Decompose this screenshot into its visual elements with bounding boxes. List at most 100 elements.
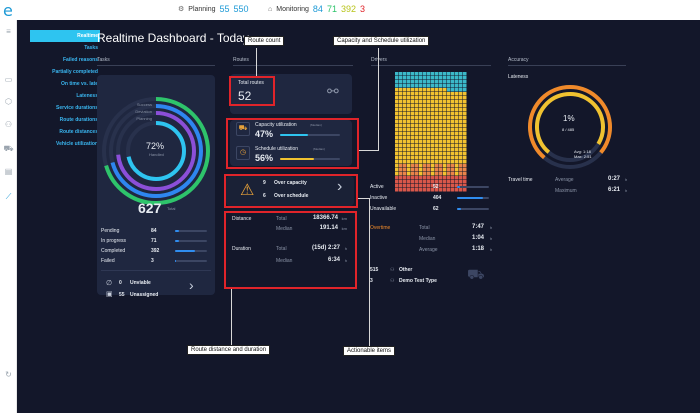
chevron-right-icon[interactable]: › bbox=[189, 277, 194, 293]
menu-item-vehicle-utilization[interactable]: Vehicle utilization bbox=[30, 138, 100, 150]
heatmap-cell bbox=[399, 116, 403, 120]
heatmap-cell bbox=[435, 180, 439, 184]
heatmap-cell bbox=[431, 128, 435, 132]
heatmap-cell bbox=[403, 160, 407, 164]
task-status-label: Pending bbox=[101, 228, 120, 234]
chart-icon[interactable]: ⟋ bbox=[3, 192, 14, 201]
heatmap-cell bbox=[431, 100, 435, 104]
map-icon[interactable]: ▭ bbox=[3, 75, 14, 84]
driver-type-label: Demo Test Type bbox=[399, 278, 437, 284]
heatmap-cell bbox=[431, 124, 435, 128]
heatmap-cell bbox=[455, 172, 459, 176]
heatmap-cell bbox=[431, 76, 435, 80]
heatmap-cell bbox=[455, 148, 459, 152]
heatmap-cell bbox=[443, 140, 447, 144]
heatmap-cell bbox=[399, 84, 403, 88]
menu-icon[interactable]: ≡ bbox=[3, 27, 14, 36]
report-menu: Realtime Tasks Failed reasons Partially com… bbox=[30, 30, 100, 150]
driver-type-count: 3 bbox=[370, 278, 373, 284]
heatmap-cell bbox=[395, 136, 399, 140]
users-icon[interactable]: ⚇ bbox=[3, 120, 14, 129]
truck-icon[interactable]: ⛟ bbox=[3, 144, 14, 153]
heatmap-cell bbox=[431, 80, 435, 84]
menu-item-service-durations[interactable]: Service durations bbox=[30, 102, 100, 114]
tasks-heading: Tasks bbox=[97, 57, 110, 63]
heatmap-cell bbox=[419, 96, 423, 100]
heatmap-cell bbox=[415, 108, 419, 112]
task-status-bar-fill bbox=[175, 250, 196, 252]
heatmap-cell bbox=[423, 80, 427, 84]
heatmap-cell bbox=[411, 152, 415, 156]
heatmap-cell bbox=[403, 136, 407, 140]
menu-item-route-distances[interactable]: Route distances bbox=[30, 126, 100, 138]
heatmap-cell bbox=[463, 160, 467, 164]
heatmap-cell bbox=[439, 188, 443, 192]
heatmap-cell bbox=[439, 136, 443, 140]
heatmap-cell bbox=[403, 120, 407, 124]
heatmap-cell bbox=[411, 88, 415, 92]
heatmap-cell bbox=[443, 128, 447, 132]
heatmap-cell bbox=[439, 168, 443, 172]
heatmap-cell bbox=[439, 164, 443, 168]
menu-item-partially-completed[interactable]: Partially completed bbox=[30, 66, 100, 78]
heatmap-cell bbox=[435, 148, 439, 152]
refresh-icon[interactable]: ↻ bbox=[3, 370, 14, 379]
heatmap-cell bbox=[455, 120, 459, 124]
task-status-bar bbox=[175, 260, 207, 262]
heatmap-cell bbox=[439, 92, 443, 96]
heatmap-cell bbox=[415, 72, 419, 76]
heatmap-cell bbox=[431, 116, 435, 120]
heatmap-cell bbox=[403, 132, 407, 136]
heatmap-cell bbox=[451, 88, 455, 92]
heatmap-cell bbox=[439, 72, 443, 76]
heatmap-cell bbox=[431, 148, 435, 152]
menu-item-realtime[interactable]: Realtime bbox=[30, 30, 100, 42]
heatmap-cell bbox=[443, 164, 447, 168]
heatmap-cell bbox=[403, 124, 407, 128]
heatmap-cell bbox=[431, 152, 435, 156]
heatmap-cell bbox=[463, 140, 467, 144]
heatmap-cell bbox=[411, 180, 415, 184]
heatmap-cell bbox=[427, 76, 431, 80]
app-logo[interactable]: e bbox=[3, 1, 13, 20]
heatmap-cell bbox=[427, 84, 431, 88]
lateness-max: Max: 2:51 bbox=[574, 154, 592, 159]
menu-item-lateness[interactable]: Lateness bbox=[30, 90, 100, 102]
heatmap-cell bbox=[439, 140, 443, 144]
heatmap-cell bbox=[411, 84, 415, 88]
heatmap-cell bbox=[423, 136, 427, 140]
heatmap-cell bbox=[447, 156, 451, 160]
heatmap-cell bbox=[427, 160, 431, 164]
menu-item-route-durations[interactable]: Route durations bbox=[30, 114, 100, 126]
heatmap-cell bbox=[455, 188, 459, 192]
heatmap-cell bbox=[439, 116, 443, 120]
heatmap-cell bbox=[459, 100, 463, 104]
menu-item-failed-reasons[interactable]: Failed reasons bbox=[30, 54, 100, 66]
heatmap-cell bbox=[431, 144, 435, 148]
heatmap-cell bbox=[459, 124, 463, 128]
heatmap-cell bbox=[427, 144, 431, 148]
heatmap-cell bbox=[419, 136, 423, 140]
heatmap-cell bbox=[407, 104, 411, 108]
route-count-connector bbox=[256, 48, 257, 76]
vehicle-icon[interactable]: ▤ bbox=[3, 167, 14, 176]
heatmap-cell bbox=[447, 120, 451, 124]
heatmap-cell bbox=[435, 120, 439, 124]
monitoring-failed: 3 bbox=[359, 4, 365, 14]
heatmap-cell bbox=[451, 96, 455, 100]
box-icon[interactable]: ⬡ bbox=[3, 97, 14, 106]
heatmap-cell bbox=[395, 140, 399, 144]
heatmap-cell bbox=[435, 152, 439, 156]
utilization-connector bbox=[378, 48, 379, 150]
heatmap-cell bbox=[399, 92, 403, 96]
menu-item-on-time-vs-late[interactable]: On time vs. late bbox=[30, 78, 100, 90]
heatmap-cell bbox=[443, 108, 447, 112]
monitoring-summary[interactable]: ⌂ Monitoring 84 71 392 3 bbox=[268, 4, 365, 14]
heatmap-cell bbox=[403, 164, 407, 168]
heatmap-cell bbox=[419, 88, 423, 92]
task-status-value: 3 bbox=[151, 258, 154, 264]
planning-summary[interactable]: ⚙ Planning 55 550 bbox=[178, 4, 249, 14]
menu-item-tasks[interactable]: Tasks bbox=[30, 42, 100, 54]
heatmap-cell bbox=[399, 96, 403, 100]
travel-row-unit: h bbox=[625, 188, 628, 193]
